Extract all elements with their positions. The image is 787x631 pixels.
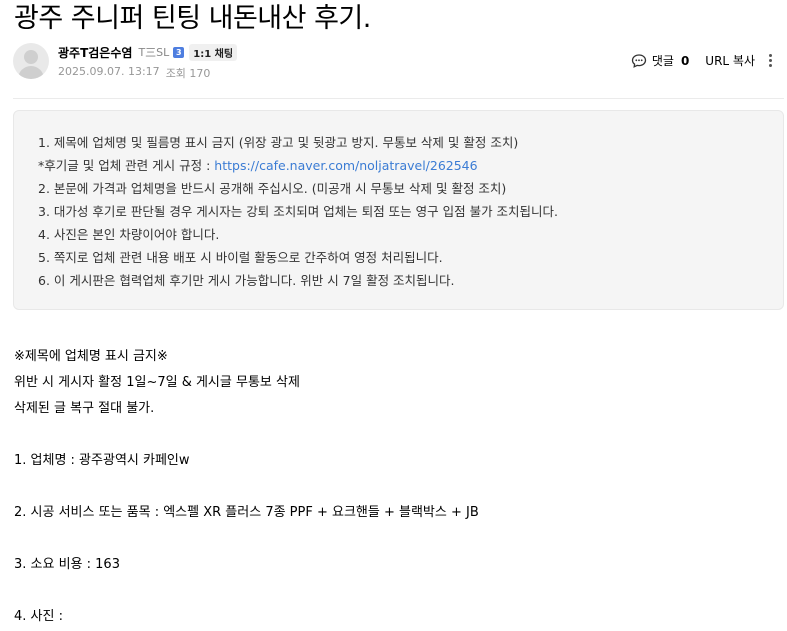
comment-button[interactable]: 댓글 0 bbox=[631, 52, 689, 69]
body-line: 위반 시 게시자 활정 1일~7일 & 게시글 무통보 삭제 bbox=[14, 375, 300, 390]
view-count: 조회 170 bbox=[165, 67, 211, 80]
board-notice: 1. 제목에 업체명 및 필름명 표시 금지 (위장 광고 및 뒷광고 방지. … bbox=[13, 110, 784, 310]
post-title: 광주 주니퍼 틴팅 내돈내산 후기. bbox=[14, 3, 371, 34]
body-line: 1. 업체명 : 광주광역시 카페인w bbox=[14, 453, 190, 468]
comment-label: 댓글 bbox=[651, 54, 674, 68]
author-info: 광주T검은수염 T三SL 3 1:1 채팅 bbox=[58, 43, 238, 61]
comment-bubble-icon bbox=[631, 53, 646, 68]
body-line: 3. 소요 비용 : 163 bbox=[14, 557, 120, 572]
chat-button[interactable]: 1:1 채팅 bbox=[189, 43, 238, 61]
body-line: 4. 사진 : bbox=[14, 609, 63, 624]
notice-line: 6. 이 게시판은 협력업체 후기만 게시 가능합니다. 위반 시 7일 활정 … bbox=[38, 273, 455, 288]
notice-line: 4. 사진은 본인 차량이어야 합니다. bbox=[38, 227, 220, 242]
post-body: ※제목에 업체명 표시 금지※ 위반 시 게시자 활정 1일~7일 & 게시글 … bbox=[14, 344, 479, 630]
notice-line: *후기글 및 업체 관련 게시 규정 : https://cafe.naver.… bbox=[38, 158, 478, 173]
default-avatar-icon bbox=[24, 50, 38, 64]
post-meta: 2025.09.07. 13:17 조회 170 bbox=[58, 65, 210, 81]
notice-line: 5. 쪽지로 업체 관련 내용 배포 시 바이럴 활동으로 간주하여 영정 처리… bbox=[38, 250, 443, 265]
notice-line: 1. 제목에 업체명 및 필름명 표시 금지 (위장 광고 및 뒷광고 방지. … bbox=[38, 135, 519, 150]
body-line: 삭제된 글 복구 절대 불가. bbox=[14, 401, 155, 416]
author-name[interactable]: 광주T검은수염 bbox=[58, 44, 132, 61]
comment-count: 0 bbox=[680, 53, 690, 68]
more-vertical-icon[interactable] bbox=[767, 54, 773, 67]
author-grade: T三SL bbox=[138, 46, 170, 59]
post-toolbar: 댓글 0 URL 복사 bbox=[631, 52, 773, 69]
notice-line: 2. 본문에 가격과 업체명을 반드시 공개해 주십시오. (미공개 시 무통보… bbox=[38, 181, 507, 196]
level-badge: 3 bbox=[173, 46, 185, 58]
post-date: 2025.09.07. 13:17 bbox=[58, 65, 160, 78]
body-line: ※제목에 업체명 표시 금지※ bbox=[14, 349, 168, 364]
rules-link[interactable]: https://cafe.naver.com/noljatravel/26254… bbox=[214, 158, 477, 173]
header-divider bbox=[13, 98, 784, 99]
author-avatar[interactable] bbox=[13, 43, 49, 79]
notice-line: 3. 대가성 후기로 판단될 경우 게시자는 강퇴 조치되며 업체는 퇴점 또는… bbox=[38, 204, 559, 219]
url-copy-button[interactable]: URL 복사 bbox=[705, 52, 755, 69]
body-line: 2. 시공 서비스 또는 품목 : 엑스펠 XR 플러스 7종 PPF + 요크… bbox=[14, 505, 479, 520]
